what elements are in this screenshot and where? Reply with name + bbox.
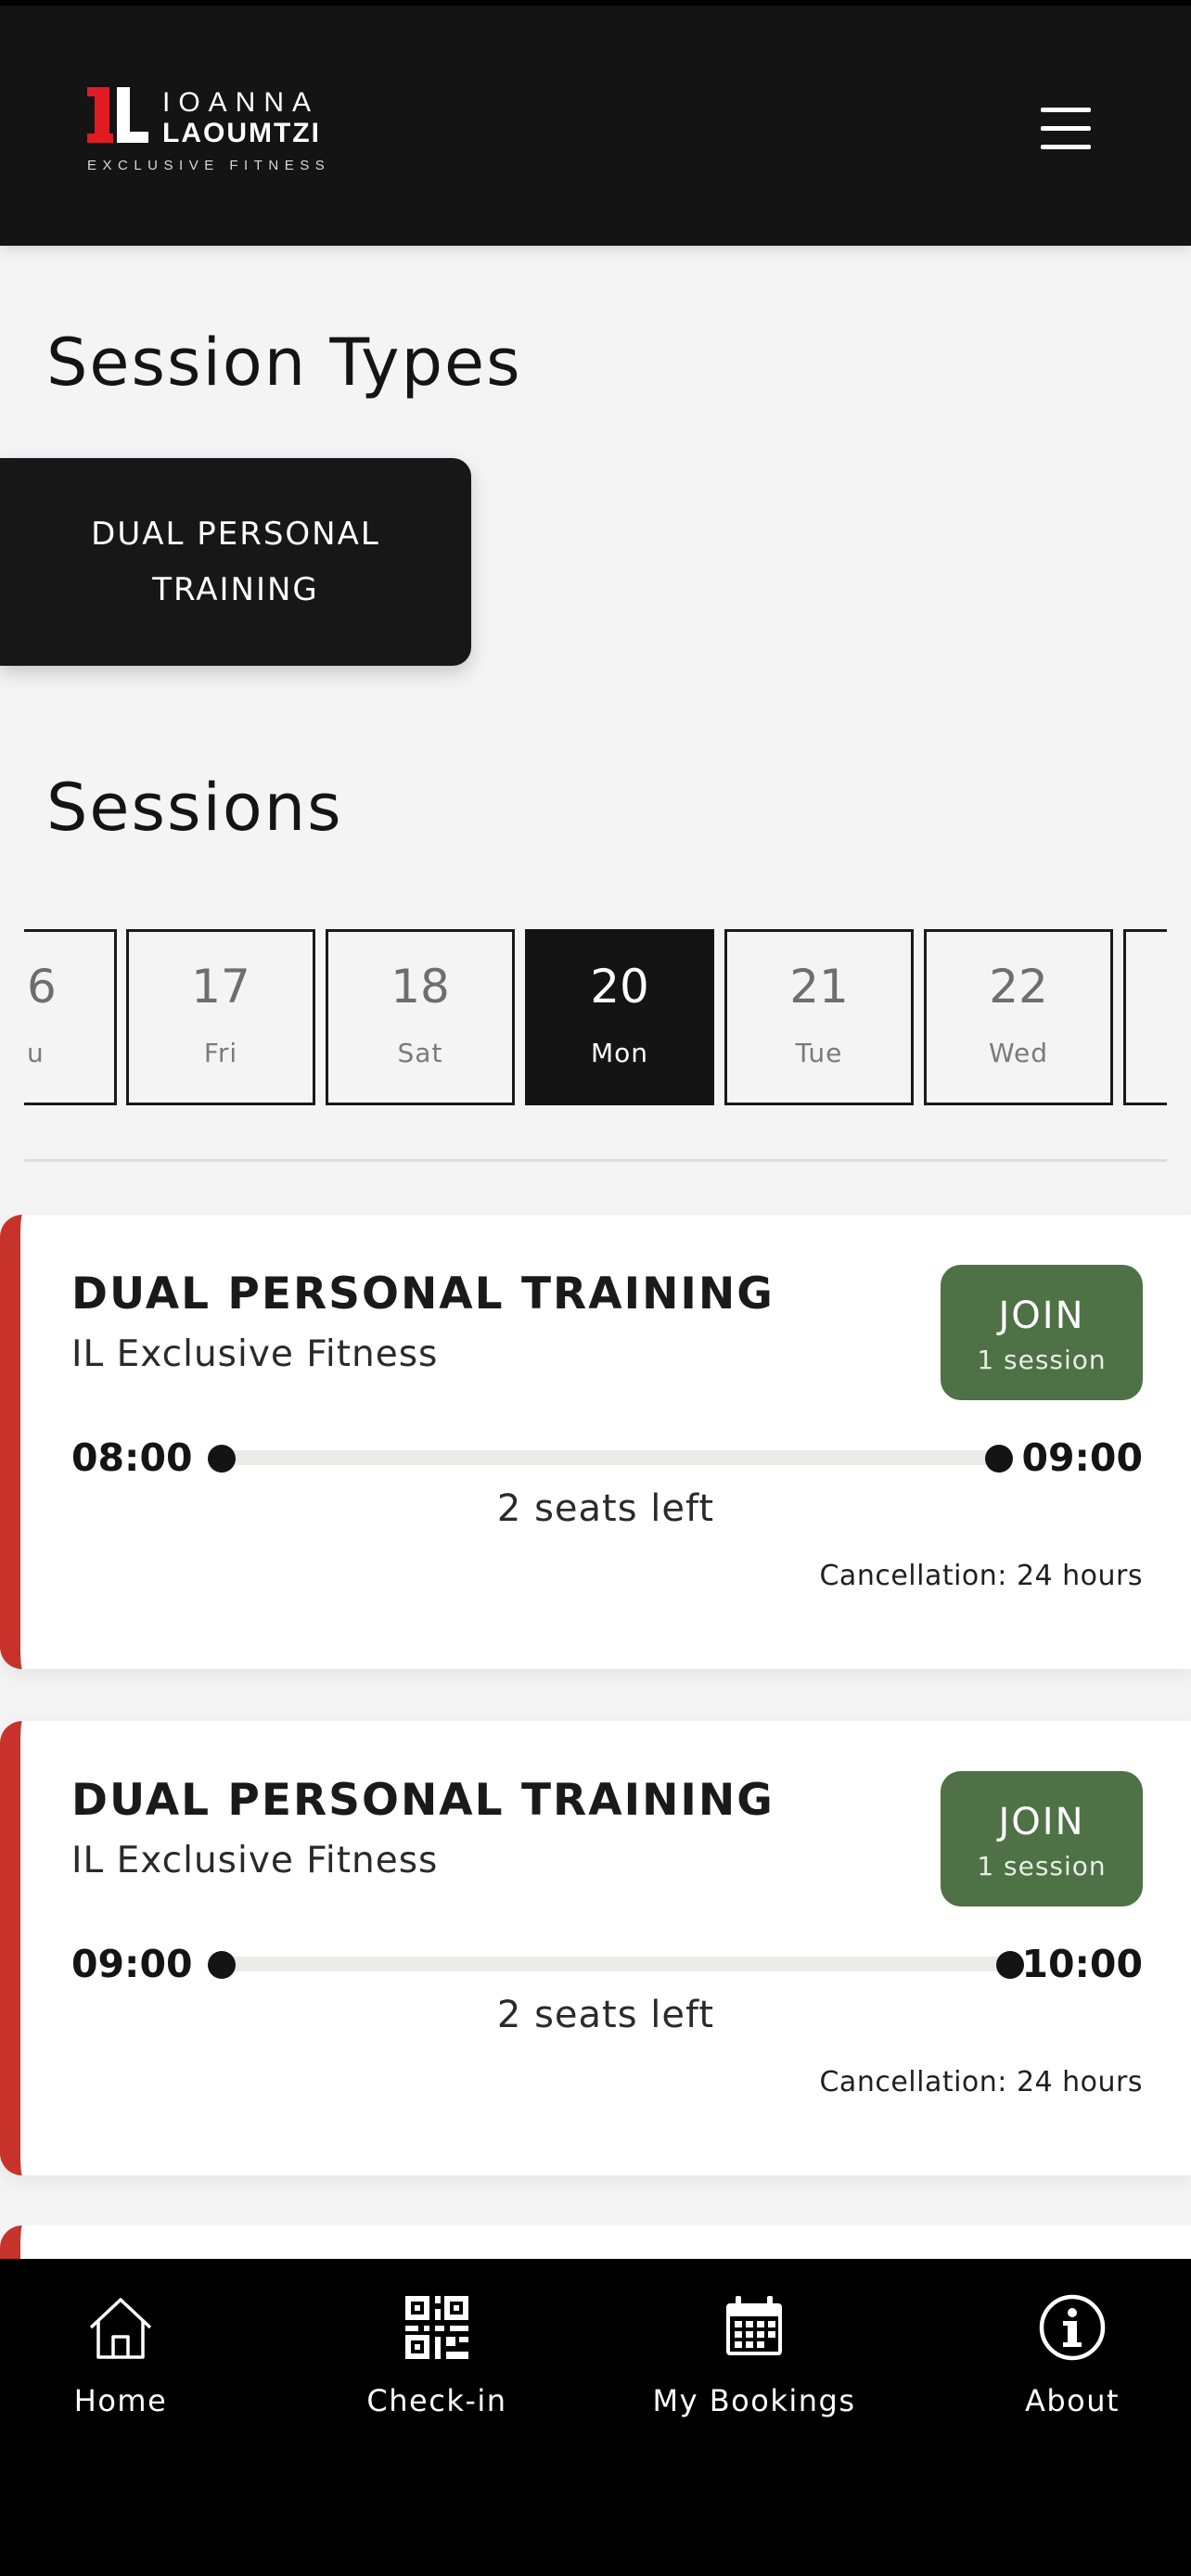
session-location: IL Exclusive Fitness xyxy=(71,1333,439,1375)
session-title: DUAL PERSONAL TRAINING xyxy=(71,1269,775,1320)
session-time-track xyxy=(221,1957,1009,1971)
app-header: IOANNA LAOUMTZI EXCLUSIVE FITNESS xyxy=(0,0,1191,246)
nav-my-bookings[interactable]: My Bookings xyxy=(634,2292,875,2441)
session-card[interactable]: DUAL PERSONAL TRAINING IL Exclusive Fitn… xyxy=(0,1721,1191,2175)
app-screen: IOANNA LAOUMTZI EXCLUSIVE FITNESS Sessio… xyxy=(0,0,1191,2576)
qr-code-icon xyxy=(405,2296,468,2359)
date-weekday: Mon xyxy=(590,1038,649,1068)
date-number: 18 xyxy=(391,960,450,1014)
date-number: 6 xyxy=(27,960,57,1014)
session-types-heading: Session Types xyxy=(46,325,522,401)
cancellation-policy: Cancellation: 24 hours xyxy=(819,1560,1143,1592)
join-button[interactable]: JOIN 1 session xyxy=(941,1265,1143,1400)
date-tile-next-partial[interactable] xyxy=(1123,929,1167,1105)
end-dot xyxy=(985,1445,1013,1473)
date-weekday: Tue xyxy=(795,1038,843,1068)
date-tile-22[interactable]: 22 Wed xyxy=(924,929,1113,1105)
date-selector[interactable]: 6 u 17 Fri 18 Sat 20 Mon 21 Tue 22 Wed xyxy=(24,929,1167,1107)
join-sessions-count: 1 session xyxy=(977,1345,1107,1375)
date-number: 20 xyxy=(590,960,649,1014)
session-card[interactable]: DUAL PERSONAL TRAINING IL Exclusive Fitn… xyxy=(0,1215,1191,1669)
join-label: JOIN xyxy=(998,1294,1085,1337)
session-start-time: 08:00 xyxy=(71,1435,193,1480)
date-tile-16[interactable]: 6 u xyxy=(24,929,117,1105)
session-end-time: 09:00 xyxy=(1021,1435,1143,1480)
bottom-navigation: Home Check-in My Bookings About xyxy=(0,2259,1191,2576)
date-weekday: Fri xyxy=(203,1038,238,1068)
join-label: JOIN xyxy=(998,1801,1085,1843)
sessions-heading: Sessions xyxy=(46,770,343,846)
date-tile-21[interactable]: 21 Tue xyxy=(724,929,914,1105)
date-number: 21 xyxy=(789,960,849,1014)
session-time-track xyxy=(221,1450,998,1465)
start-dot xyxy=(208,1951,236,1979)
info-icon xyxy=(1039,2294,1106,2361)
nav-check-in[interactable]: Check-in xyxy=(316,2292,557,2441)
nav-about[interactable]: About xyxy=(952,2292,1191,2441)
join-button[interactable]: JOIN 1 session xyxy=(941,1771,1143,1906)
calendar-icon xyxy=(726,2296,782,2355)
date-number: 17 xyxy=(191,960,250,1014)
section-divider xyxy=(24,1159,1167,1162)
date-tile-18[interactable]: 18 Sat xyxy=(326,929,515,1105)
nav-check-in-label: Check-in xyxy=(366,2383,507,2418)
nav-home-label: Home xyxy=(73,2383,168,2418)
session-type-label: DUAL PERSONAL TRAINING xyxy=(91,516,380,608)
date-weekday: Wed xyxy=(988,1038,1049,1068)
date-tile-20-selected[interactable]: 20 Mon xyxy=(525,929,714,1105)
brand-logo[interactable]: IOANNA LAOUMTZI EXCLUSIVE FITNESS xyxy=(85,87,336,175)
logo-last-name: LAOUMTZI xyxy=(162,118,321,148)
seats-left: 2 seats left xyxy=(496,1487,715,1530)
session-start-time: 09:00 xyxy=(71,1942,193,1986)
session-end-time: 10:00 xyxy=(1021,1942,1143,1986)
date-tile-17[interactable]: 17 Fri xyxy=(126,929,315,1105)
logo-mark-icon xyxy=(87,87,148,143)
join-sessions-count: 1 session xyxy=(977,1851,1107,1881)
date-weekday: u xyxy=(27,1038,45,1068)
nav-my-bookings-label: My Bookings xyxy=(652,2383,856,2418)
seats-left: 2 seats left xyxy=(496,1994,715,2036)
nav-about-label: About xyxy=(1024,2383,1121,2418)
session-title: DUAL PERSONAL TRAINING xyxy=(71,1775,775,1826)
home-icon xyxy=(89,2298,152,2359)
end-dot xyxy=(996,1951,1024,1979)
cancellation-policy: Cancellation: 24 hours xyxy=(819,2066,1143,2098)
logo-tagline: EXCLUSIVE FITNESS xyxy=(87,158,331,173)
session-type-chip[interactable]: DUAL PERSONAL TRAINING xyxy=(0,458,471,666)
hamburger-menu-icon[interactable] xyxy=(1039,106,1095,152)
date-number: 22 xyxy=(989,960,1048,1014)
session-location: IL Exclusive Fitness xyxy=(71,1840,439,1881)
logo-first-name: IOANNA xyxy=(162,87,320,118)
nav-home[interactable]: Home xyxy=(0,2292,241,2441)
start-dot xyxy=(208,1445,236,1473)
date-weekday: Sat xyxy=(397,1038,443,1068)
